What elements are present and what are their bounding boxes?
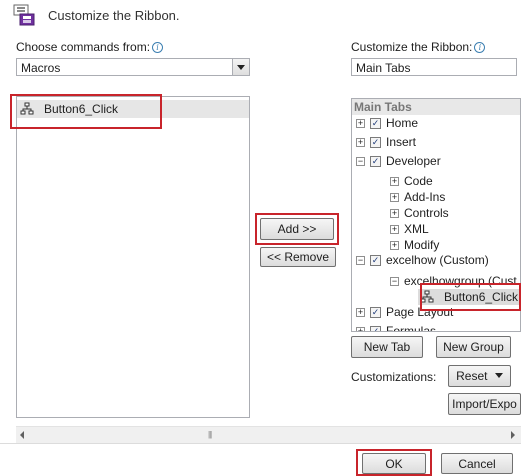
tree-item-code[interactable]: + Code <box>352 173 520 189</box>
chevron-down-icon <box>494 373 503 378</box>
choose-commands-dropdown[interactable]: Macros <box>16 58 250 76</box>
customize-ribbon-icon <box>12 4 38 26</box>
checkbox-developer[interactable]: ✓ <box>370 156 381 167</box>
scroll-right-icon[interactable] <box>511 431 515 439</box>
tree-item-label: Add-Ins <box>404 190 446 204</box>
scroll-grip-icon: ||| <box>208 430 212 439</box>
tree-item-modify[interactable]: + Modify <box>352 237 520 253</box>
choose-commands-label: Choose commands from: i <box>16 40 164 54</box>
customizations-label: Customizations: <box>351 370 437 384</box>
tree-item-label: Home <box>386 116 419 130</box>
expand-icon[interactable]: + <box>356 327 365 331</box>
highlight-box <box>10 94 162 129</box>
tree-item-formulas[interactable]: + ✓ Formulas <box>352 323 520 332</box>
expand-icon[interactable]: + <box>390 177 399 186</box>
tree-item-label: Controls <box>404 206 449 220</box>
info-icon: i <box>474 42 486 53</box>
tree-item-label: Code <box>404 174 433 188</box>
new-group-button-label: New Group <box>443 340 504 354</box>
tree-item-label: Formulas <box>386 324 437 332</box>
checkbox-home[interactable]: ✓ <box>370 118 381 129</box>
tree-item-xml[interactable]: + XML <box>352 221 520 237</box>
highlight-box-ok <box>356 449 432 476</box>
checkbox-insert[interactable]: ✓ <box>370 137 381 148</box>
tree-item-developer[interactable]: − ✓ Developer <box>352 153 520 169</box>
cancel-button-label: Cancel <box>458 457 496 471</box>
reset-button-label: Reset <box>456 369 488 383</box>
expand-icon[interactable]: + <box>390 225 399 234</box>
expand-icon[interactable]: + <box>390 241 399 250</box>
tree-item-home[interactable]: + ✓ Home <box>352 115 520 131</box>
remove-button-label: << Remove <box>266 250 330 264</box>
tree-item-controls[interactable]: + Controls <box>352 205 520 221</box>
tree-item-label: Developer <box>386 154 441 168</box>
horizontal-scrollbar-right[interactable] <box>320 426 521 443</box>
reset-button[interactable]: Reset <box>448 365 511 387</box>
expand-icon[interactable]: + <box>356 308 365 317</box>
cancel-button[interactable]: Cancel <box>441 453 513 474</box>
expand-icon[interactable]: + <box>356 119 365 128</box>
tree-item-excelhow[interactable]: − ✓ excelhow (Custom) <box>352 252 520 268</box>
choose-commands-value: Macros <box>21 61 61 75</box>
expand-icon[interactable]: + <box>390 193 399 202</box>
customize-ribbon-label: Customize the Ribbon: i <box>351 40 486 54</box>
expand-icon[interactable]: + <box>390 209 399 218</box>
customize-ribbon-value: Main Tabs <box>356 61 411 75</box>
customize-ribbon-label-text: Customize the Ribbon: <box>351 40 473 54</box>
info-icon: i <box>152 42 164 53</box>
collapse-icon[interactable]: − <box>356 157 365 166</box>
tree-item-insert[interactable]: + ✓ Insert <box>352 134 520 150</box>
new-tab-button-label: New Tab <box>363 340 411 354</box>
tree-item-label: XML <box>404 222 429 236</box>
scroll-left-icon[interactable] <box>20 431 24 439</box>
chevron-down-icon[interactable] <box>232 59 249 75</box>
collapse-icon[interactable]: − <box>356 256 365 265</box>
import-export-button[interactable]: Import/Expo <box>448 393 521 415</box>
tree-item-add-ins[interactable]: + Add-Ins <box>352 189 520 205</box>
tree-header: Main Tabs <box>352 99 520 115</box>
highlight-box-tree-item <box>420 283 521 311</box>
new-tab-button[interactable]: New Tab <box>351 336 423 358</box>
remove-button[interactable]: << Remove <box>260 247 336 267</box>
choose-commands-label-text: Choose commands from: <box>16 40 151 54</box>
collapse-icon[interactable]: − <box>390 277 399 286</box>
customize-ribbon-dropdown[interactable]: Main Tabs <box>351 58 517 76</box>
checkbox-formulas[interactable]: ✓ <box>370 326 381 331</box>
horizontal-scrollbar[interactable]: ||| <box>16 426 322 443</box>
highlight-box-add <box>255 213 339 245</box>
new-group-button[interactable]: New Group <box>436 336 511 358</box>
tree-item-label: Insert <box>386 135 417 149</box>
import-export-button-label: Import/Expo <box>452 397 517 411</box>
commands-list[interactable]: Button6_Click <box>16 96 250 418</box>
expand-icon[interactable]: + <box>356 138 365 147</box>
footer-divider <box>0 443 521 444</box>
checkbox-excelhow[interactable]: ✓ <box>370 255 381 266</box>
tree-item-label: Modify <box>404 238 440 252</box>
tree-item-label: excelhow (Custom) <box>386 253 489 267</box>
checkbox-page-layout[interactable]: ✓ <box>370 307 381 318</box>
dialog-title: Customize the Ribbon. <box>48 8 180 23</box>
